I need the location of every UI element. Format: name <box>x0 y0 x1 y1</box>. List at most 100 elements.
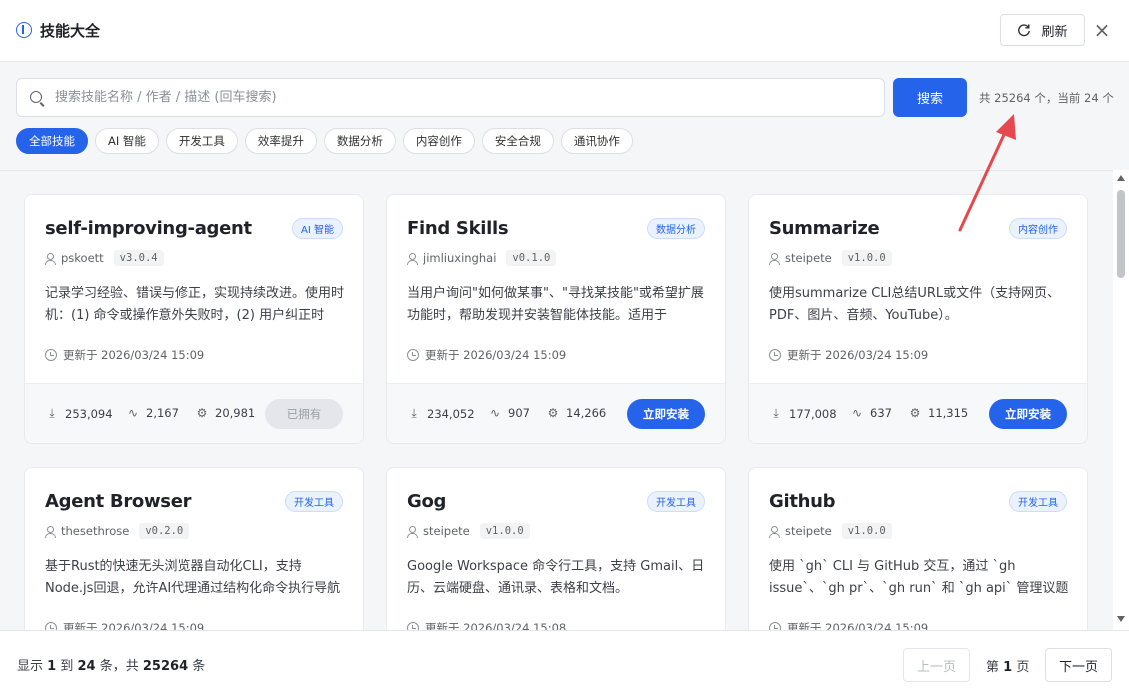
app-logo-icon <box>16 22 32 38</box>
author-row: thesethrose v0.2.0 <box>45 523 190 539</box>
card-footer: ⤓ 234,052 ∿ 907 ⚙ 14,266 立即安装 <box>387 383 725 443</box>
author-row: jimliuxinghai v0.1.0 <box>407 250 557 266</box>
updated-time: 更新于 2026/03/24 15:09 <box>787 621 929 630</box>
download-icon: ⤓ <box>773 406 779 420</box>
activity-icon: ∿ <box>851 406 863 420</box>
skill-description: 使用 `gh` CLI 与 GitHub 交互，通过 `gh issue`、`g… <box>769 559 1069 596</box>
page-from: 1 <box>47 659 57 674</box>
scroll-down-icon[interactable] <box>1117 616 1125 622</box>
author-row: pskoett v3.0.4 <box>45 250 164 266</box>
filter-chip-content-creation[interactable]: 内容创作 <box>402 128 475 154</box>
category-badge: 开发工具 <box>285 491 343 512</box>
skill-description: 当用户询问"如何做某事"、"寻找某技能"或希望扩展功能时，帮助发现并安装智能体技… <box>407 286 704 323</box>
clock-icon <box>45 349 57 361</box>
current-page: 1 <box>1003 660 1013 675</box>
downloads-count: 253,094 <box>65 406 113 421</box>
author-name: steipete <box>785 251 832 265</box>
skill-name: Agent Browser <box>45 491 192 512</box>
author-row: steipete v1.0.0 <box>769 523 892 539</box>
author-name: thesethrose <box>61 524 130 538</box>
activity-count: 637 <box>870 406 892 420</box>
version-badge: v3.0.4 <box>113 250 164 266</box>
search-button[interactable]: 搜索 <box>893 78 967 117</box>
user-icon <box>45 252 56 265</box>
updated-time: 更新于 2026/03/24 15:09 <box>63 348 205 362</box>
filter-chip-productivity[interactable]: 效率提升 <box>244 128 317 154</box>
activity-icon: ∿ <box>127 406 139 420</box>
author-row: steipete v1.0.0 <box>407 523 530 539</box>
skill-description: 记录学习经验、错误与修正，实现持续改进。使用时机：(1) 命令或操作意外失败时，… <box>45 286 345 323</box>
download-icon: ⤓ <box>411 406 417 420</box>
next-page-button[interactable]: 下一页 <box>1045 648 1112 682</box>
current-page-indicator: 第 1 页 <box>986 656 1029 675</box>
prev-page-button[interactable]: 上一页 <box>903 648 970 682</box>
user-icon <box>407 252 418 265</box>
version-badge: v0.2.0 <box>139 523 190 539</box>
chip-icon: ⚙ <box>909 406 921 420</box>
version-badge: v1.0.0 <box>479 523 530 539</box>
page-info-prefix: 显示 <box>17 659 44 674</box>
updated-row: 更新于 2026/03/24 15:09 <box>45 620 204 630</box>
skill-name: Github <box>769 491 836 512</box>
skill-description: 基于Rust的快速无头浏览器自动化CLI，支持Node.js回退，允许AI代理通… <box>45 559 341 596</box>
activity-count: 2,167 <box>146 406 179 420</box>
updated-time: 更新于 2026/03/24 15:09 <box>425 348 567 362</box>
refresh-label: 刷新 <box>1041 24 1068 40</box>
vertical-scrollbar[interactable] <box>1113 170 1129 630</box>
owned-button[interactable]: 已拥有 <box>265 399 343 429</box>
filter-chip-dev-tools[interactable]: 开发工具 <box>165 128 238 154</box>
page-info-mid: 到 <box>60 659 74 674</box>
downloads-count: 234,052 <box>427 406 475 421</box>
author-name: jimliuxinghai <box>423 251 497 265</box>
category-badge: 内容创作 <box>1009 218 1067 239</box>
filter-chip-ai[interactable]: AI 智能 <box>95 128 159 154</box>
clock-icon <box>769 622 781 630</box>
skill-card[interactable]: Find Skills 数据分析 jimliuxinghai v0.1.0 当用… <box>386 194 726 444</box>
filter-chip-data-analysis[interactable]: 数据分析 <box>323 128 396 154</box>
filter-chip-security[interactable]: 安全合规 <box>481 128 554 154</box>
updated-row: 更新于 2026/03/24 15:09 <box>769 347 928 363</box>
downloads-stat: ⤓ 177,008 <box>769 406 836 421</box>
clock-icon <box>45 622 57 630</box>
skill-description: 使用summarize CLI总结URL或文件（支持网页、PDF、图片、音频、Y… <box>769 286 1061 323</box>
installs-stat: ⚙ 14,266 <box>546 406 607 420</box>
updated-row: 更新于 2026/03/24 15:09 <box>45 347 204 363</box>
filter-chip-all[interactable]: 全部技能 <box>16 128 88 154</box>
clock-icon <box>407 349 419 361</box>
category-badge: 数据分析 <box>647 218 705 239</box>
category-badge: AI 智能 <box>292 218 343 239</box>
page-prefix: 第 <box>986 660 1000 675</box>
close-icon[interactable]: × <box>1092 18 1112 42</box>
updated-row: 更新于 2026/03/24 15:08 <box>407 620 566 630</box>
downloads-stat: ⤓ 234,052 <box>407 406 475 421</box>
scroll-up-icon[interactable] <box>1117 175 1125 181</box>
search-icon <box>30 91 42 103</box>
filter-chip-communication[interactable]: 通讯协作 <box>560 128 633 154</box>
refresh-button[interactable]: 刷新 <box>1000 14 1085 46</box>
chip-icon: ⚙ <box>547 406 559 420</box>
card-footer: ⤓ 253,094 ∿ 2,167 ⚙ 20,981 已拥有 <box>25 383 363 443</box>
activity-stat: ∿ 2,167 <box>126 406 179 420</box>
skill-card[interactable]: self-improving-agent AI 智能 pskoett v3.0.… <box>24 194 364 444</box>
skill-card[interactable]: Summarize 内容创作 steipete v1.0.0 使用summari… <box>748 194 1088 444</box>
scroll-thumb[interactable] <box>1117 190 1125 278</box>
title-bar: 技能大全 刷新 × <box>0 0 1129 62</box>
search-input[interactable] <box>55 79 875 116</box>
result-count: 共 25264 个，当前 24 个 <box>979 91 1114 105</box>
downloads-stat: ⤓ 253,094 <box>45 406 113 421</box>
page-total: 25264 <box>142 659 189 674</box>
user-icon <box>769 252 780 265</box>
updated-row: 更新于 2026/03/24 15:09 <box>407 347 566 363</box>
refresh-icon <box>1018 24 1031 37</box>
user-icon <box>407 525 418 538</box>
category-badge: 开发工具 <box>1009 491 1067 512</box>
installs-stat: ⚙ 11,315 <box>908 406 969 420</box>
skill-card[interactable]: Gog 开发工具 steipete v1.0.0 Google Workspac… <box>386 467 726 630</box>
updated-time: 更新于 2026/03/24 15:09 <box>787 348 929 362</box>
activity-stat: ∿ 907 <box>488 406 530 420</box>
updated-time: 更新于 2026/03/24 15:08 <box>425 621 567 630</box>
skill-card[interactable]: Agent Browser 开发工具 thesethrose v0.2.0 基于… <box>24 467 364 630</box>
install-button[interactable]: 立即安装 <box>627 399 705 429</box>
skill-card[interactable]: Github 开发工具 steipete v1.0.0 使用 `gh` CLI … <box>748 467 1088 630</box>
install-button[interactable]: 立即安装 <box>989 399 1067 429</box>
